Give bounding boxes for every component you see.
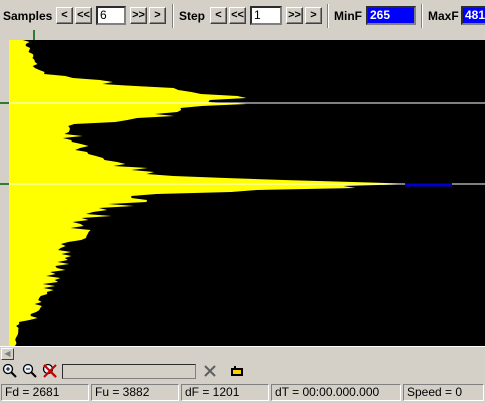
zoom-reset-icon[interactable] (41, 363, 59, 381)
scroll-left-arrow-icon[interactable]: ◀ (1, 348, 14, 360)
step-label: Step (179, 9, 206, 23)
upper-marker-tick (0, 102, 9, 104)
horizontal-scrollbar[interactable]: ◀ (0, 346, 485, 361)
toolbar-separator (327, 4, 329, 28)
spectrum-plot[interactable] (0, 40, 485, 346)
plot-left-ruler (0, 40, 9, 346)
samples-prev-button[interactable]: < (56, 7, 73, 24)
toolbar: Samples < << 6 >> > Step < << 1 >> > Min… (0, 0, 485, 32)
zoom-in-icon[interactable] (1, 363, 19, 381)
status-speed: Speed = 0 (403, 384, 484, 401)
status-bar: Fd = 2681 Fu = 3882 dF = 1201 dT = 00:00… (0, 383, 485, 403)
minf-input[interactable]: 265 (366, 6, 416, 25)
clear-icon[interactable] (201, 363, 219, 381)
maxf-label: MaxF (428, 9, 459, 23)
lower-marker-tick (0, 183, 9, 185)
step-prev-fast-button[interactable]: << (229, 7, 246, 24)
spectrum-trace (9, 40, 415, 346)
maxf-input[interactable]: 481 (461, 6, 485, 25)
filename-field[interactable] (62, 364, 196, 379)
step-next-fast-button[interactable]: >> (286, 7, 303, 24)
samples-next-button[interactable]: > (149, 7, 166, 24)
step-input[interactable]: 1 (250, 6, 282, 25)
step-next-button[interactable]: > (305, 7, 322, 24)
status-fu: Fu = 3882 (91, 384, 179, 401)
step-prev-button[interactable]: < (210, 7, 227, 24)
status-df: dF = 1201 (181, 384, 269, 401)
status-dt: dT = 00:00.000.000 (271, 384, 401, 401)
samples-input[interactable]: 6 (96, 6, 126, 25)
status-fd: Fd = 2681 (1, 384, 89, 401)
zoom-out-icon[interactable] (21, 363, 39, 381)
spectrum-graph (9, 40, 485, 346)
samples-prev-fast-button[interactable]: << (75, 7, 92, 24)
hand-icon[interactable] (228, 363, 246, 381)
samples-label: Samples (3, 9, 53, 23)
toolbar-separator (421, 4, 423, 28)
zoom-toolbar (0, 361, 485, 383)
minf-label: MinF (334, 9, 362, 23)
samples-next-fast-button[interactable]: >> (130, 7, 147, 24)
cursor-marker[interactable] (33, 30, 35, 40)
toolbar-separator (172, 4, 174, 28)
